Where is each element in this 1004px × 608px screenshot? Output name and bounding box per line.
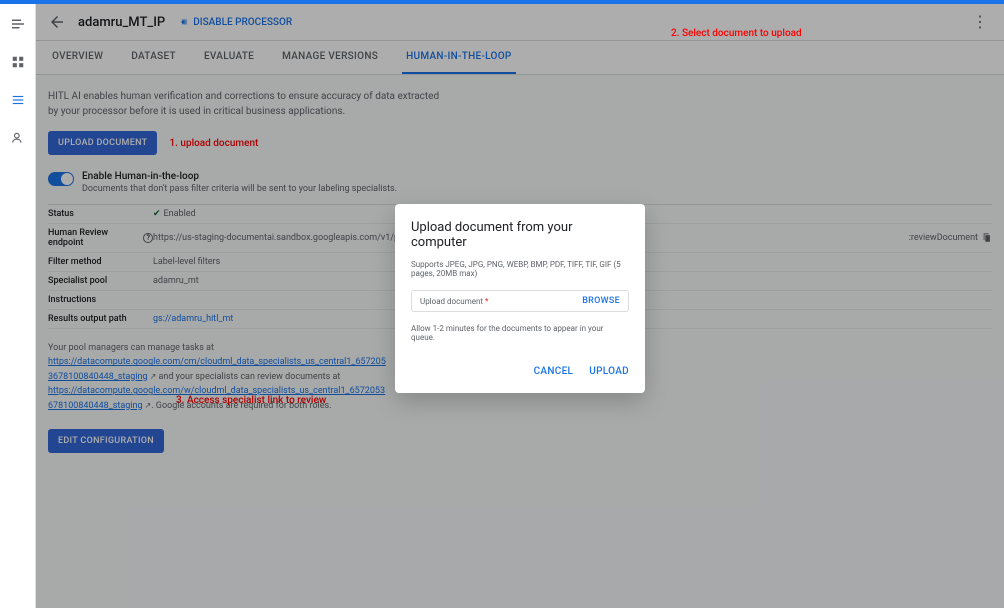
list-icon[interactable] (8, 90, 28, 110)
dashboard-icon[interactable] (8, 52, 28, 72)
cancel-button[interactable]: CANCEL (534, 366, 574, 377)
menu-icon[interactable] (8, 14, 28, 34)
modal-note: Allow 1-2 minutes for the documents to a… (411, 324, 629, 342)
modal-subtitle: Supports JPEG, JPG, PNG, WEBP, BMP, PDF,… (411, 260, 629, 278)
upload-input-label: Upload document * (420, 297, 488, 306)
left-nav-rail (0, 4, 36, 608)
user-icon[interactable] (8, 128, 28, 148)
browse-button[interactable]: BROWSE (582, 296, 620, 306)
upload-input-field[interactable]: Upload document * BROWSE (411, 290, 629, 312)
modal-overlay: 2. Select document to upload Upload docu… (36, 4, 1004, 608)
upload-modal: Upload document from your computer Suppo… (395, 204, 645, 393)
modal-title: Upload document from your computer (411, 220, 629, 250)
annotation-2: 2. Select document to upload (671, 28, 802, 39)
upload-button[interactable]: UPLOAD (589, 366, 629, 377)
